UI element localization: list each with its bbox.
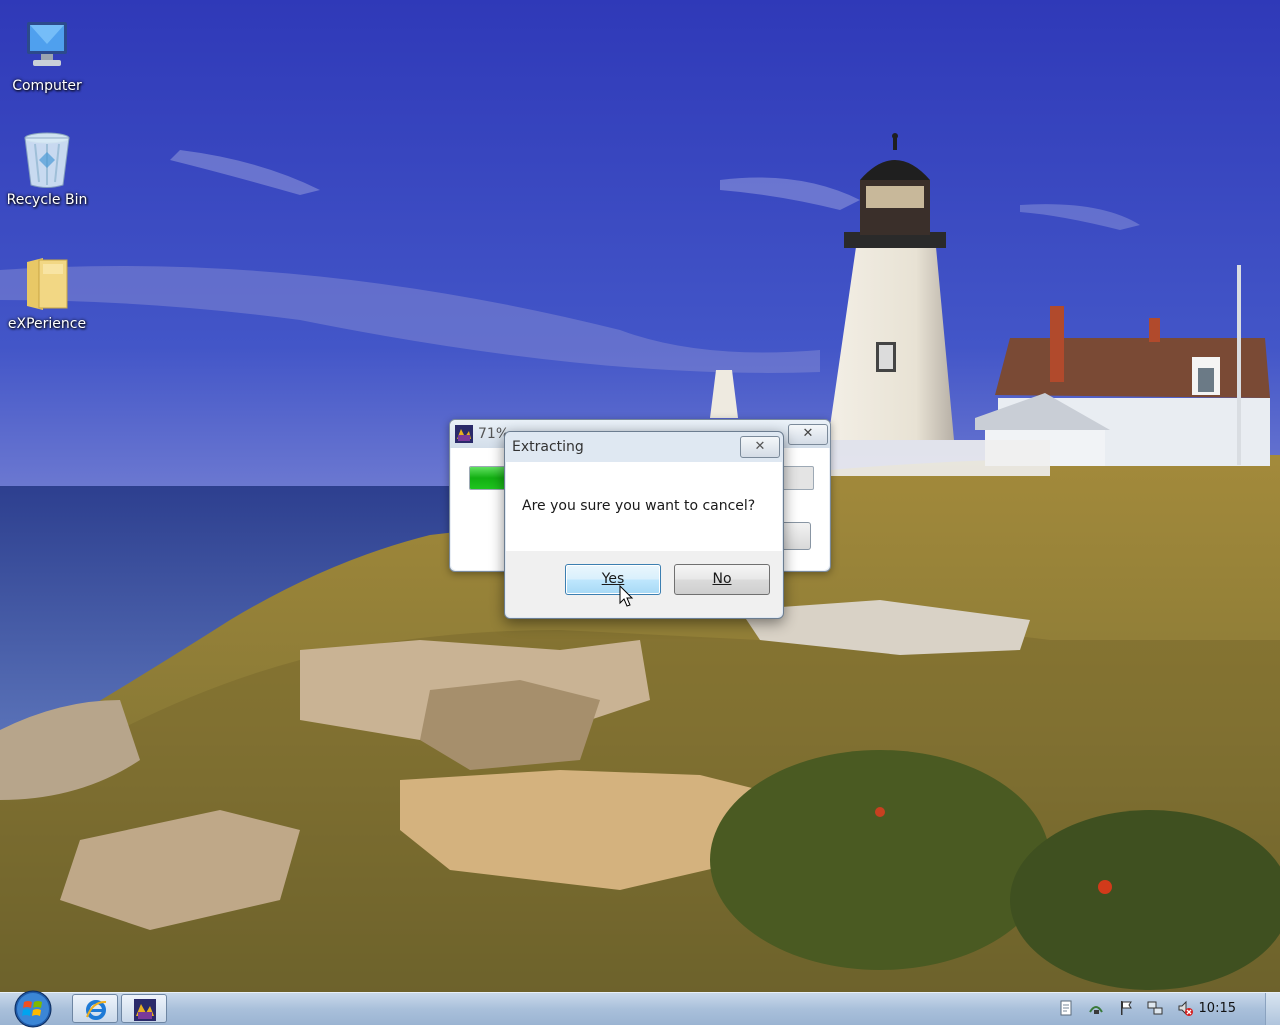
desktop-icon-label: Recycle Bin [6, 192, 88, 208]
desktop-icon-computer[interactable]: Computer [2, 16, 92, 94]
no-button[interactable]: No [674, 564, 770, 595]
network-icon[interactable] [1088, 1000, 1104, 1016]
dialog-title: Extracting [512, 439, 584, 455]
desktop-icon-label: eXPerience [7, 316, 87, 332]
windows-start-orb-icon[interactable] [12, 988, 54, 1028]
extractor-app-icon [134, 999, 156, 1021]
volume-muted-icon[interactable] [1177, 1000, 1193, 1016]
dialog-content: Are you sure you want to cancel? [506, 462, 782, 551]
folder-icon [27, 258, 68, 310]
recycle-bin-icon [24, 132, 70, 188]
desktop-icon-recycle-bin[interactable]: Recycle Bin [2, 130, 92, 208]
document-icon[interactable] [1058, 1000, 1074, 1016]
action-center-flag-icon[interactable] [1118, 1000, 1134, 1016]
taskbar-clock[interactable]: 10:15 [1199, 1001, 1236, 1016]
yes-button[interactable]: Yes [565, 564, 661, 595]
close-button[interactable]: ✕ [788, 424, 828, 445]
close-icon: ✕ [754, 439, 766, 454]
cancel-confirmation-dialog[interactable]: Extracting ✕ Are you sure you want to ca… [504, 431, 784, 619]
desktop-icon-experience-folder[interactable]: eXPerience [2, 254, 92, 332]
network-connection-icon[interactable] [1147, 1000, 1163, 1016]
computer-icon [27, 22, 67, 66]
desktop-icon-label: Computer [12, 78, 82, 94]
mouse-pointer-icon [619, 585, 634, 607]
taskbar: 10:15 [0, 990, 1280, 1028]
dialog-titlebar[interactable]: Extracting ✕ [505, 432, 783, 462]
dialog-footer: Yes No [506, 551, 782, 617]
show-desktop-button[interactable] [1265, 993, 1280, 1025]
taskbar-internet-explorer-button[interactable] [72, 994, 118, 1023]
internet-explorer-icon [86, 1000, 107, 1020]
extractor-app-icon [455, 425, 473, 443]
close-icon: ✕ [802, 426, 814, 441]
taskbar-extractor-button[interactable] [121, 994, 167, 1023]
dialog-close-button[interactable]: ✕ [740, 436, 780, 458]
dialog-message: Are you sure you want to cancel? [522, 498, 756, 514]
